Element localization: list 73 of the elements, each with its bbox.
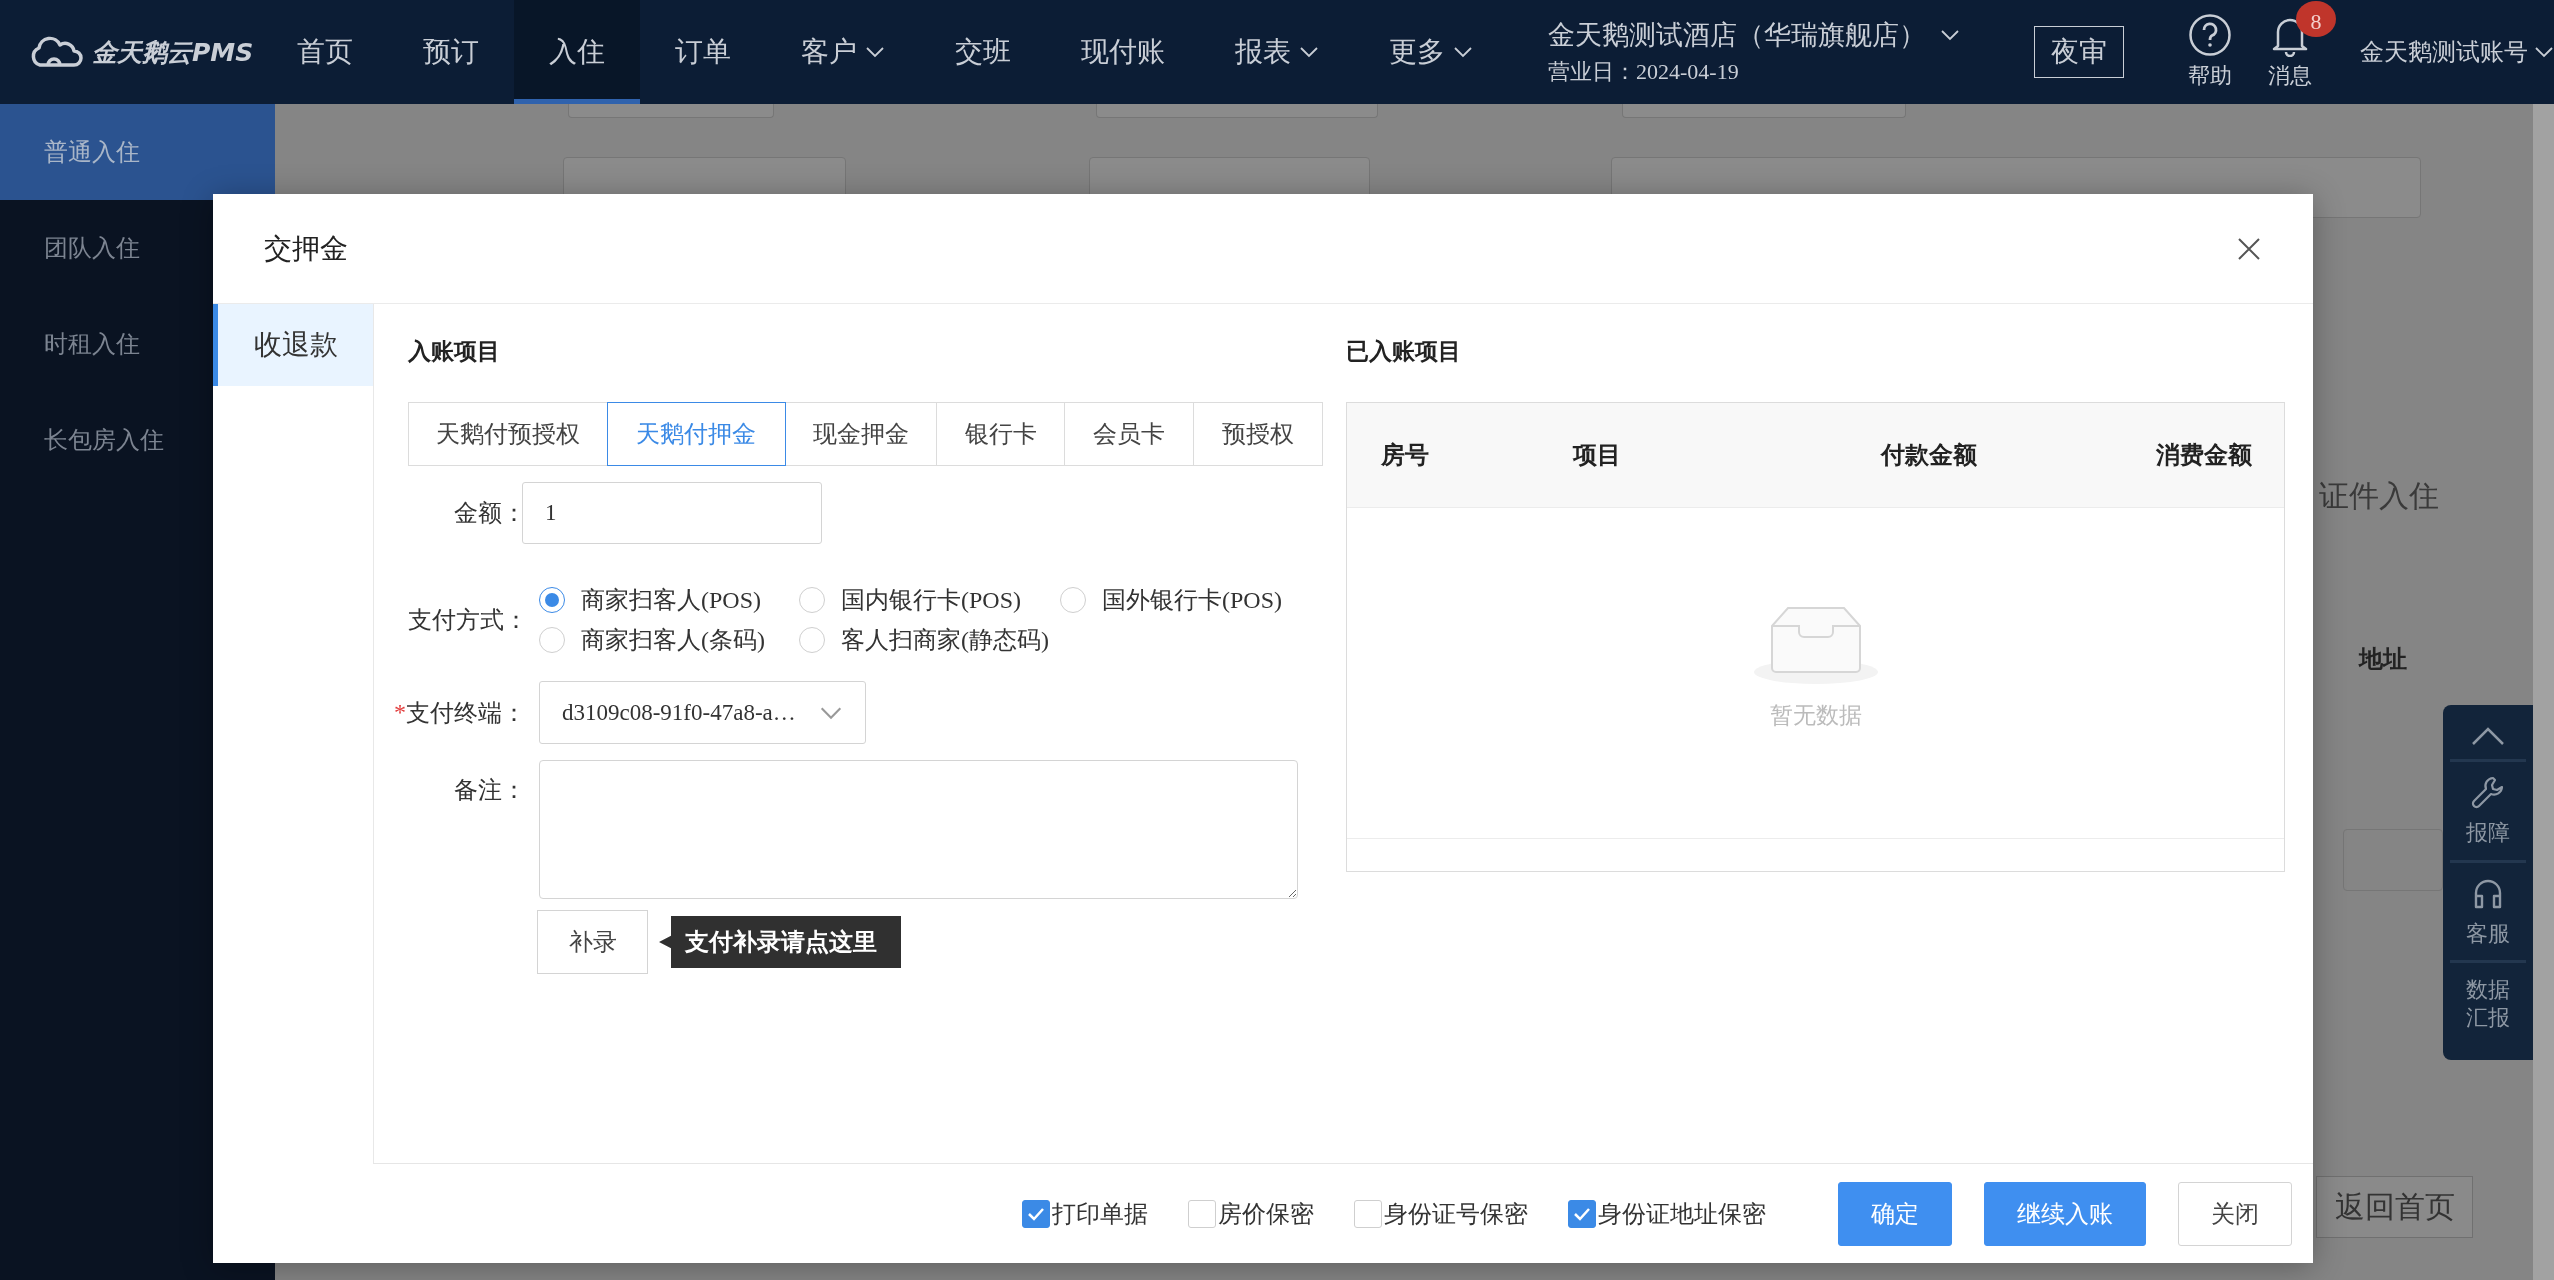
amount-field[interactable]: 1 xyxy=(522,482,822,544)
sidebar-item[interactable]: 普通入住 xyxy=(0,104,275,200)
nav-item[interactable]: 更多 xyxy=(1354,0,1508,104)
radio-label[interactable]: 客人扫商家(静态码) xyxy=(841,624,1049,656)
required-mark: * xyxy=(394,699,406,726)
section-title: 入账项目 xyxy=(408,338,501,366)
nav-item[interactable]: 客户 xyxy=(766,0,920,104)
checkmark-icon xyxy=(1027,1206,1045,1221)
payment-tab[interactable]: 天鹅付押金 xyxy=(606,402,786,466)
column-header: 消费金额 xyxy=(2156,441,2253,470)
empty-state-text: 暂无数据 xyxy=(1769,702,1862,730)
supplement-button[interactable]: 补录 xyxy=(537,910,648,974)
payment-tab[interactable]: 银行卡 xyxy=(935,402,1066,466)
payment-tab[interactable]: 天鹅付预授权 xyxy=(408,402,608,466)
nav-item[interactable]: 首页 xyxy=(262,0,388,104)
checkmark-icon xyxy=(1573,1206,1591,1221)
column-header: 项目 xyxy=(1573,441,1622,470)
help-icon[interactable] xyxy=(2188,13,2232,57)
chevron-up-icon xyxy=(2471,726,2505,746)
dialog-title: 交押金 xyxy=(264,231,348,266)
scrollbar[interactable] xyxy=(2533,104,2554,1280)
logo-text: 金天鹅云PMS xyxy=(92,36,254,69)
toolbar-label[interactable]: 客服 xyxy=(2466,919,2510,947)
radio-label[interactable]: 国外银行卡(POS) xyxy=(1102,584,1282,616)
form-label: 支付方式： xyxy=(408,606,526,635)
checkbox[interactable] xyxy=(1022,1199,1050,1228)
checkbox-label[interactable]: 身份证号保密 xyxy=(1384,1197,1528,1230)
hotel-name[interactable]: 金天鹅测试酒店（华瑞旗舰店） xyxy=(1548,17,1926,53)
nav-item[interactable]: 订单 xyxy=(640,0,766,104)
tooltip: 支付补录请点这里 xyxy=(659,916,901,968)
checkbox[interactable] xyxy=(1188,1199,1216,1228)
chevron-icon xyxy=(2534,46,2554,58)
payment-tab[interactable]: 现金押金 xyxy=(784,402,937,466)
remark-field[interactable] xyxy=(539,760,1298,899)
checkbox-label[interactable]: 身份证地址保密 xyxy=(1598,1197,1766,1230)
close-icon[interactable] xyxy=(2237,236,2261,261)
section-title: 证件入住 xyxy=(2318,478,2439,514)
help-label[interactable]: 帮助 xyxy=(2188,61,2232,91)
notification-badge: 8 xyxy=(2296,1,2336,37)
radio-label[interactable]: 商家扫客人(POS) xyxy=(581,584,761,616)
nav-item[interactable]: 报表 xyxy=(1200,0,1354,104)
nav-item[interactable]: 交班 xyxy=(920,0,1046,104)
radio-label[interactable]: 商家扫客人(条码) xyxy=(581,624,765,656)
chevron-icon xyxy=(1940,29,1960,41)
section-title: 已入账项目 xyxy=(1346,338,1462,366)
checkbox[interactable] xyxy=(1568,1199,1596,1228)
chevron-icon xyxy=(819,705,843,720)
toolbar-label[interactable]: 数据汇报 xyxy=(2466,976,2510,1031)
form-label: 备注： xyxy=(453,776,526,805)
back-home-button[interactable]: 返回首页 xyxy=(2316,1176,2473,1238)
checkbox[interactable] xyxy=(1354,1199,1382,1228)
night-audit-button[interactable]: 夜审 xyxy=(2034,26,2124,78)
form-label: 支付终端： xyxy=(406,698,526,728)
payment-tab[interactable]: 会员卡 xyxy=(1064,402,1194,466)
nav-item[interactable]: 预订 xyxy=(388,0,514,104)
terminal-select[interactable]: d3109c08-91f0-47a8-a… xyxy=(539,681,866,744)
toolbar-label[interactable]: 报障 xyxy=(2466,819,2510,847)
wrench-icon xyxy=(2471,775,2505,809)
messages-label[interactable]: 消息 xyxy=(2268,61,2312,91)
column-header: 地址 xyxy=(2359,645,2407,674)
business-date: 营业日：2024-04-19 xyxy=(1548,58,1740,86)
column-header: 付款金额 xyxy=(1881,441,1978,470)
checkbox-label[interactable]: 房价保密 xyxy=(1218,1197,1314,1230)
checkbox-label[interactable]: 打印单据 xyxy=(1052,1197,1148,1230)
nav-item[interactable]: 现付账 xyxy=(1046,0,1200,104)
dialog-button[interactable]: 关闭 xyxy=(2178,1181,2292,1246)
dialog-nav-item[interactable]: 收退款 xyxy=(213,304,373,386)
empty-inbox-icon xyxy=(1751,604,1880,686)
account-name[interactable]: 金天鹅测试账号 xyxy=(2360,36,2528,68)
radio-label[interactable]: 国内银行卡(POS) xyxy=(841,584,1021,616)
column-header: 房号 xyxy=(1381,441,1430,470)
payment-tab[interactable]: 预授权 xyxy=(1192,402,1323,466)
nav-item[interactable]: 入住 xyxy=(514,0,640,104)
